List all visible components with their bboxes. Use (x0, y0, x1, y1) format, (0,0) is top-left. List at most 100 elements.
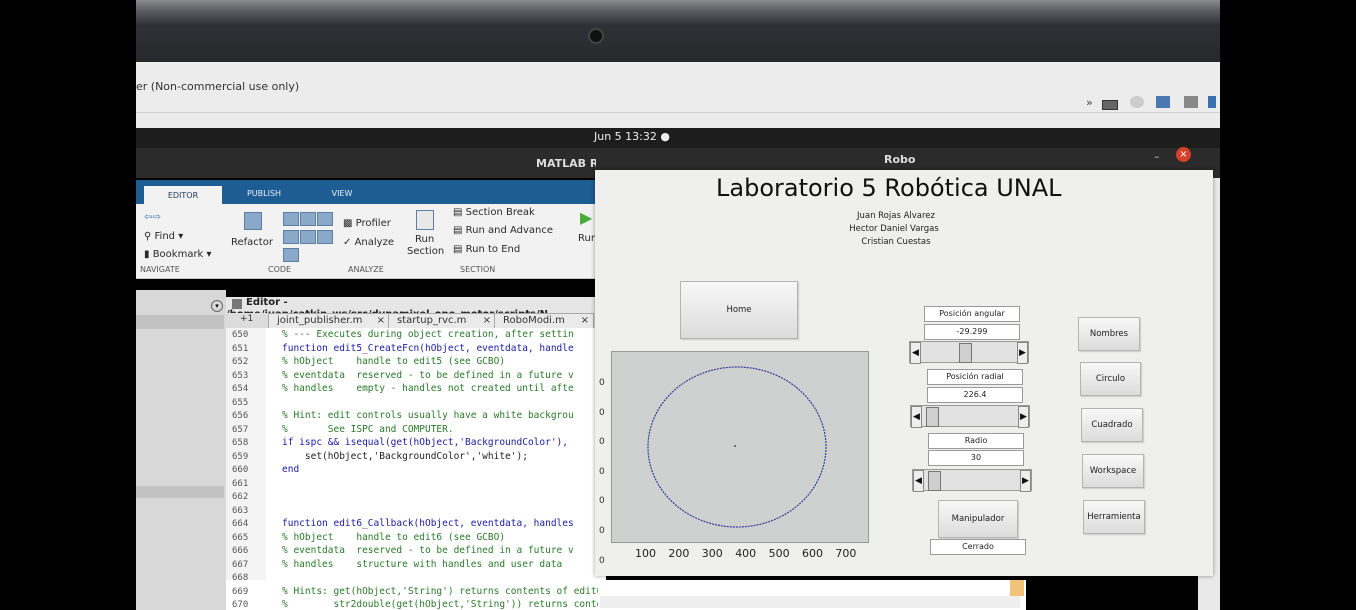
slider-thumb[interactable] (928, 471, 942, 491)
slider-right-arrow[interactable]: ▶ (1020, 470, 1031, 492)
indent-icon[interactable] (300, 212, 316, 226)
run-to-end-button[interactable]: ▤ Run to End (453, 244, 520, 255)
line-number: 670 (232, 600, 249, 610)
x-tick-label: 300 (701, 547, 723, 560)
code-line[interactable]: % eventdata reserved - to be defined in … (282, 370, 574, 381)
code-line[interactable]: % Hint: edit controls usually have a whi… (282, 410, 574, 421)
cuadrado-button[interactable]: Cuadrado (1081, 408, 1143, 442)
angular-slider[interactable]: ◀ ▶ (909, 341, 1029, 364)
display-icon[interactable] (1208, 96, 1216, 108)
drive-icon[interactable] (1102, 100, 1118, 110)
code-line[interactable]: end (282, 464, 299, 475)
radio-slider[interactable]: ◀ ▶ (912, 469, 1032, 492)
run-section-button-line2[interactable]: Section (407, 246, 444, 257)
line-number: 652 (232, 357, 249, 367)
run-button[interactable]: Rur (578, 233, 595, 244)
horizontal-scrollbar[interactable] (600, 596, 1020, 608)
file-tab-startup-rvc[interactable]: startup_rvc.m × (388, 313, 496, 329)
y-tick-label: 0 (599, 555, 605, 566)
code-line[interactable]: function edit5_CreateFcn(hObject, eventd… (282, 343, 574, 354)
run-icon[interactable]: ▶ (580, 208, 592, 227)
smart-indent-icon[interactable] (317, 212, 333, 226)
section-break-button[interactable]: ▤ Section Break (453, 207, 535, 218)
wrap-icon[interactable] (300, 230, 316, 244)
home-button[interactable]: Home (680, 281, 798, 339)
minimize-button[interactable]: – (1154, 150, 1160, 163)
run-section-button-line1[interactable]: Run (415, 234, 434, 245)
angular-value-field[interactable]: -29.299 (924, 324, 1020, 340)
x-tick-label: 100 (635, 547, 656, 560)
panel-row (136, 315, 224, 329)
manipulador-button[interactable]: Manipulador (938, 500, 1018, 538)
close-button[interactable]: × (1176, 147, 1191, 162)
line-number: 667 (232, 559, 249, 570)
insert-icon[interactable] (283, 248, 299, 262)
radial-slider[interactable]: ◀ ▶ (910, 405, 1030, 428)
unwrap-icon[interactable] (317, 230, 333, 244)
refactor-button[interactable]: Refactor (231, 237, 273, 248)
circulo-button[interactable]: Circulo (1080, 362, 1141, 396)
code-line[interactable]: % See ISPC and COMPUTER. (282, 424, 454, 435)
slider-left-arrow[interactable]: ◀ (913, 470, 924, 492)
find-button[interactable]: ⚲ Find ▾ (144, 231, 183, 242)
radio-value-field[interactable]: 30 (928, 450, 1024, 466)
line-number: 656 (232, 411, 249, 421)
close-icon[interactable]: × (377, 314, 385, 328)
slider-left-arrow[interactable]: ◀ (911, 406, 922, 428)
file-tab-robomodi[interactable]: RoboModi.m × (494, 313, 594, 329)
profiler-button[interactable]: ▩ Profiler (343, 218, 391, 229)
radial-value-field[interactable]: 226.4 (927, 387, 1023, 403)
fx-icon[interactable] (283, 230, 299, 244)
tab-publish[interactable]: PUBLISH (224, 184, 304, 204)
laptop-bezel (136, 0, 1220, 62)
photo-frame-left (0, 0, 136, 610)
disc-icon[interactable] (1130, 96, 1144, 108)
slider-thumb[interactable] (959, 343, 973, 363)
network-icon[interactable] (1156, 96, 1170, 108)
slider-left-arrow[interactable]: ◀ (910, 342, 921, 364)
divider (136, 112, 1220, 113)
code-line[interactable]: % handles structure with handles and use… (282, 559, 562, 570)
close-icon[interactable]: × (483, 314, 491, 328)
code-line[interactable]: % str2double(get(hObject,'String')) retu… (282, 599, 598, 610)
slider-thumb[interactable] (926, 407, 940, 427)
code-line[interactable]: % handles empty - handles not created un… (282, 383, 574, 394)
angular-label: Posición angular (924, 306, 1020, 322)
tab-editor[interactable]: EDITOR (144, 186, 222, 204)
editor-status-icon[interactable] (1010, 580, 1024, 596)
bookmark-button[interactable]: ▮ Bookmark ▾ (144, 249, 212, 260)
code-line[interactable]: set(hObject,'BackgroundColor','white'); (282, 451, 528, 462)
herramienta-button[interactable]: Herramienta (1083, 500, 1145, 534)
circle-trajectory (647, 366, 827, 528)
clock[interactable]: Jun 5 13:32 ● (594, 130, 670, 143)
line-number: 658 (232, 438, 249, 448)
chevron-right-icon[interactable]: » (1086, 96, 1100, 109)
comment-icon[interactable] (283, 212, 299, 226)
code-line[interactable]: % hObject handle to edit6 (see GCBO) (282, 532, 505, 543)
usb-icon[interactable] (1184, 96, 1198, 108)
code-line[interactable]: % eventdata reserved - to be defined in … (282, 545, 574, 556)
back-forward-icon[interactable]: ⇦⇨ (144, 212, 161, 223)
panel-menu-icon[interactable]: ▾ (211, 300, 223, 312)
tab-view[interactable]: VIEW (306, 184, 378, 204)
nombres-button[interactable]: Nombres (1078, 317, 1140, 351)
slider-right-arrow[interactable]: ▶ (1018, 406, 1029, 428)
analyze-button[interactable]: ✓ Analyze (343, 237, 394, 248)
line-number: 668 (232, 573, 249, 583)
close-icon[interactable]: × (581, 314, 589, 328)
code-line[interactable]: if ispc && isequal(get(hObject,'Backgrou… (282, 437, 568, 448)
radio-label: Radio (928, 433, 1024, 449)
file-tab-joint-publisher[interactable]: joint_publisher.m × (268, 313, 390, 329)
run-and-advance-button[interactable]: ▤ Run and Advance (453, 225, 553, 236)
code-line[interactable]: % hObject handle to edit5 (see GCBO) (282, 356, 505, 367)
x-tick-label: 700 (835, 547, 857, 560)
code-line[interactable]: function edit6_Callback(hObject, eventda… (282, 518, 574, 529)
current-folder-panel[interactable] (136, 290, 226, 610)
code-line[interactable]: % --- Executes during object creation, a… (282, 329, 574, 340)
code-line[interactable]: % Hints: get(hObject,'String') returns c… (282, 586, 598, 597)
x-tick-label: 400 (735, 547, 757, 560)
slider-right-arrow[interactable]: ▶ (1017, 342, 1028, 364)
line-number: 661 (232, 478, 249, 489)
workspace-button[interactable]: Workspace (1082, 454, 1144, 488)
editor-icon (232, 299, 242, 309)
